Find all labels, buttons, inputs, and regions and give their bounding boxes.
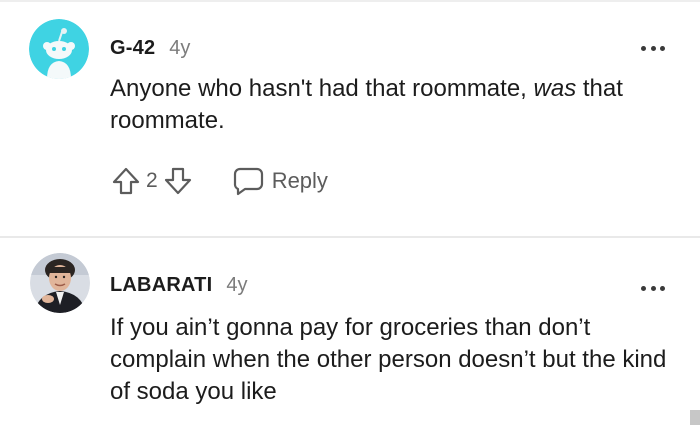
comment: LABARATI 4y If you ain’t gonna pay for g… bbox=[0, 238, 700, 425]
user-photo-avatar bbox=[30, 253, 90, 313]
upvote-icon[interactable] bbox=[110, 165, 142, 197]
more-options-icon[interactable] bbox=[641, 284, 665, 292]
comment-actions: 2 Reply bbox=[110, 163, 328, 199]
downvote-icon[interactable] bbox=[162, 165, 194, 197]
comment-header: G-42 4y bbox=[110, 37, 190, 60]
comment-age[interactable]: 4y bbox=[226, 274, 247, 297]
reply-label: Reply bbox=[271, 168, 328, 193]
more-options-icon[interactable] bbox=[641, 44, 665, 52]
vote-score: 2 bbox=[146, 169, 158, 192]
snoo-avatar-icon bbox=[29, 19, 89, 79]
avatar[interactable] bbox=[30, 253, 90, 313]
reply-bubble-icon bbox=[233, 167, 263, 196]
comment-body-emphasis: was bbox=[533, 75, 577, 102]
username[interactable]: LABARATI bbox=[110, 274, 212, 297]
comment-body: If you ain’t gonna pay for groceries tha… bbox=[110, 314, 667, 405]
comment-header: LABARATI 4y bbox=[110, 274, 247, 297]
scrollbar-thumb[interactable] bbox=[690, 410, 700, 425]
avatar[interactable] bbox=[29, 19, 89, 79]
comment-body-text: Anyone who hasn't had that roommate, bbox=[110, 75, 534, 102]
comment-body: Anyone who hasn't had that roommate, was… bbox=[110, 73, 680, 137]
reply-button[interactable]: Reply bbox=[232, 166, 328, 196]
username[interactable]: G-42 bbox=[110, 37, 155, 60]
comment: G-42 4y Anyone who hasn't had that roomm… bbox=[0, 0, 700, 237]
comment-age[interactable]: 4y bbox=[169, 37, 190, 60]
